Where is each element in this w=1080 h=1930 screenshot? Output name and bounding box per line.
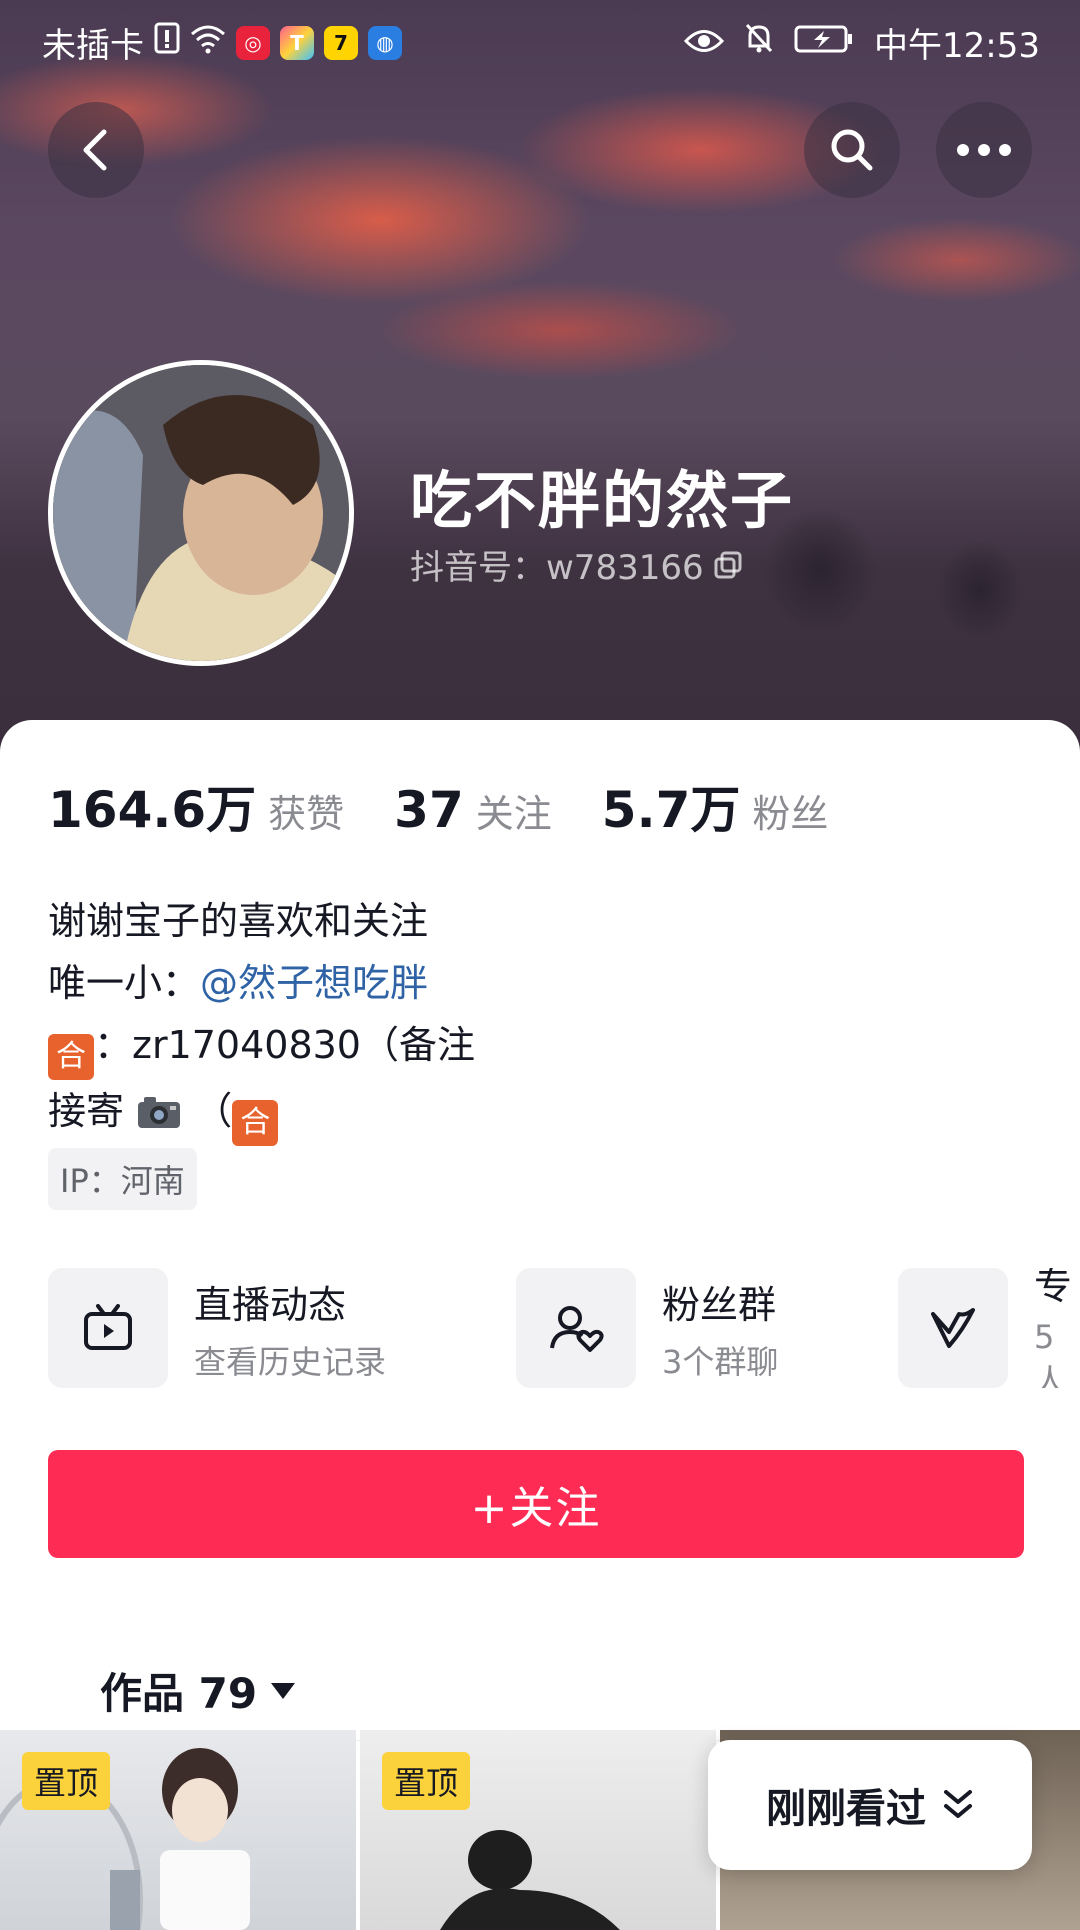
bio-line-4-prefix: 接寄 bbox=[48, 1089, 125, 1133]
douyin-id-row[interactable]: 抖音号：w783166 bbox=[410, 540, 742, 589]
bio-he-emoji-icon-2: 合 bbox=[232, 1100, 279, 1146]
battery-icon bbox=[794, 23, 854, 63]
tab-works-label: 作品 79 bbox=[100, 1669, 258, 1718]
avatar[interactable] bbox=[48, 360, 354, 666]
qimao-app-icon: 7 bbox=[324, 25, 358, 60]
stat-followers-num: 5.7万 bbox=[601, 781, 741, 839]
card-fan-icon-box bbox=[516, 1268, 636, 1388]
stat-followers-label: 粉丝 bbox=[752, 792, 829, 836]
card-fan-group[interactable]: 粉丝群 3个群聊 bbox=[516, 1268, 778, 1388]
stat-likes-num: 164.6万 bbox=[48, 781, 257, 839]
tv-icon bbox=[84, 1304, 132, 1350]
recently-viewed-button[interactable]: 刚刚看过 bbox=[708, 1740, 1032, 1870]
stat-following-num: 37 bbox=[394, 781, 464, 839]
stats-row: 164.6万 获赞 37 关注 5.7万 粉丝 bbox=[48, 770, 878, 842]
mute-bell-icon bbox=[744, 22, 774, 63]
double-chevron-down-icon bbox=[944, 1790, 972, 1818]
video-thumb-1[interactable]: 置顶 bbox=[0, 1730, 356, 1930]
card-third-title: 专 bbox=[1034, 1268, 1073, 1308]
more-button[interactable] bbox=[936, 102, 1032, 198]
card-fan-title: 粉丝群 bbox=[662, 1282, 777, 1327]
bio-mention-link[interactable]: @然子想吃胖 bbox=[200, 961, 428, 1005]
app-icon-2: T bbox=[280, 25, 314, 60]
browser-app-icon: ◍ bbox=[368, 25, 402, 60]
pinned-badge-2: 置顶 bbox=[382, 1752, 471, 1810]
pinned-badge: 置顶 bbox=[22, 1752, 111, 1810]
chevron-left-icon bbox=[83, 129, 107, 171]
card-third[interactable]: 专 5人 bbox=[898, 1268, 1080, 1388]
card-live-icon-box bbox=[48, 1268, 168, 1388]
fan-group-icon bbox=[550, 1306, 604, 1352]
card-live-subtitle: 查看历史记录 bbox=[194, 1342, 387, 1381]
search-button[interactable] bbox=[804, 102, 900, 198]
search-icon bbox=[831, 129, 873, 171]
bio-line-2-prefix: 唯一小： bbox=[48, 961, 201, 1005]
card-third-icon-box bbox=[898, 1268, 1008, 1388]
card-live-title: 直播动态 bbox=[194, 1282, 347, 1327]
feature-cards: 直播动态 查看历史记录 粉丝群 3个群聊 专 5人 bbox=[48, 1268, 1080, 1388]
camera-emoji-icon bbox=[138, 1097, 181, 1128]
tab-works[interactable]: 作品 79 bbox=[100, 1660, 297, 1721]
avatar-image bbox=[53, 365, 349, 661]
recently-viewed-label: 刚刚看过 bbox=[766, 1786, 926, 1832]
stat-followers[interactable]: 5.7万 粉丝 bbox=[602, 770, 829, 842]
bio-line-3: 合：zr17040830（备注 bbox=[48, 1014, 475, 1080]
video-thumb-2[interactable]: 置顶 bbox=[360, 1730, 716, 1930]
card-fan-subtitle: 3个群聊 bbox=[662, 1342, 779, 1381]
v-icon bbox=[931, 1308, 975, 1348]
stat-following[interactable]: 37 关注 bbox=[394, 781, 552, 839]
bio: 谢谢宝子的喜欢和关注 唯一小：@然子想吃胖 合：zr17040830（备注 接寄… bbox=[48, 890, 475, 1146]
card-live-history[interactable]: 直播动态 查看历史记录 bbox=[48, 1268, 386, 1388]
bio-line-3-text: ：zr17040830（备注 bbox=[94, 1023, 475, 1067]
bio-line-1: 谢谢宝子的喜欢和关注 bbox=[48, 899, 429, 943]
douyin-id: 抖音号：w783166 bbox=[410, 548, 704, 588]
carrier-label: 未插卡 bbox=[42, 26, 144, 66]
profile-sheet: 164.6万 获赞 37 关注 5.7万 粉丝 谢谢宝子的喜欢和关注 唯一小：@… bbox=[0, 720, 1080, 1930]
content-tabs: 作品 79 bbox=[0, 1620, 1080, 1741]
wifi-icon bbox=[190, 23, 226, 63]
status-bar: 未插卡 ◎ T 7 ◍ 中午12:53 bbox=[0, 0, 1080, 76]
bio-line-2: 唯一小：@然子想吃胖 bbox=[48, 952, 475, 1014]
stat-following-label: 关注 bbox=[475, 792, 552, 836]
clock-time: 中午12:53 bbox=[874, 26, 1040, 66]
stat-likes[interactable]: 164.6万 获赞 bbox=[48, 770, 344, 842]
more-dots-icon bbox=[957, 144, 1011, 156]
nickname: 吃不胖的然子 bbox=[410, 464, 795, 537]
follow-button[interactable]: +关注 bbox=[48, 1450, 1024, 1558]
copy-icon[interactable] bbox=[714, 551, 742, 579]
bio-line-4-suffix: （ bbox=[194, 1089, 233, 1133]
sim-alert-icon bbox=[154, 22, 180, 63]
bio-line-4: 接寄 （合 bbox=[48, 1080, 475, 1146]
back-button[interactable] bbox=[48, 102, 144, 198]
ip-location-tag: IP：河南 bbox=[48, 1148, 197, 1210]
eye-icon bbox=[683, 23, 725, 63]
bio-he-emoji-icon: 合 bbox=[48, 1034, 94, 1080]
netease-music-app-icon: ◎ bbox=[236, 25, 270, 60]
caret-down-icon bbox=[271, 1682, 296, 1699]
card-third-subtitle: 5人 bbox=[1034, 1317, 1067, 1389]
stat-likes-label: 获赞 bbox=[268, 792, 345, 836]
